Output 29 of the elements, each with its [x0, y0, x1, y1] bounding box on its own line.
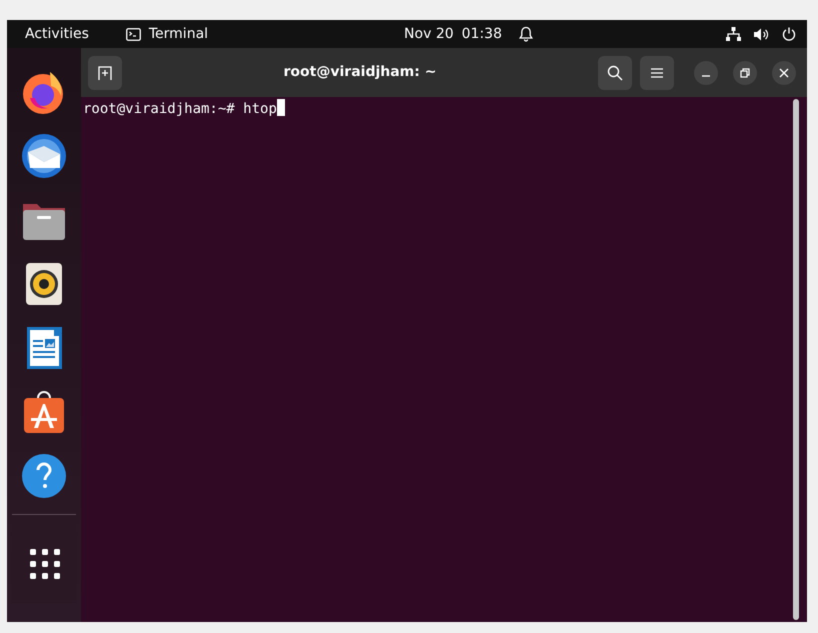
text-cursor — [276, 99, 285, 116]
menu-button[interactable] — [640, 56, 674, 90]
clock-text[interactable]: 01:38 — [462, 24, 502, 44]
command-text: htop — [243, 101, 277, 117]
power-icon[interactable] — [782, 27, 796, 41]
window-title: root@viraidjham: ~ — [284, 64, 436, 80]
mail-icon[interactable] — [20, 132, 68, 180]
maximize-icon — [740, 68, 750, 78]
close-button[interactable] — [772, 60, 796, 84]
bell-icon — [519, 26, 533, 42]
minimize-button[interactable] — [694, 60, 718, 84]
volume-icon[interactable] — [754, 28, 769, 40]
prompt-text: root@viraidjham:~# — [83, 101, 236, 117]
app-grid-icon — [28, 547, 60, 579]
search-button[interactable] — [598, 56, 632, 90]
network-icon[interactable] — [726, 27, 741, 41]
date-text[interactable]: Nov 20 — [404, 24, 454, 44]
minimize-icon — [702, 74, 710, 76]
terminal-icon — [126, 28, 141, 40]
close-icon — [779, 68, 789, 78]
search-icon — [607, 64, 623, 80]
maximize-button[interactable] — [733, 60, 757, 84]
new-tab-button[interactable] — [88, 56, 122, 90]
activities-button[interactable]: Activities — [25, 24, 89, 44]
add-tab-icon — [97, 64, 113, 80]
menu-icon — [650, 66, 664, 78]
scrollbar[interactable] — [793, 99, 799, 620]
app-menu[interactable]: Terminal — [148, 24, 208, 44]
help-icon[interactable] — [20, 452, 68, 500]
